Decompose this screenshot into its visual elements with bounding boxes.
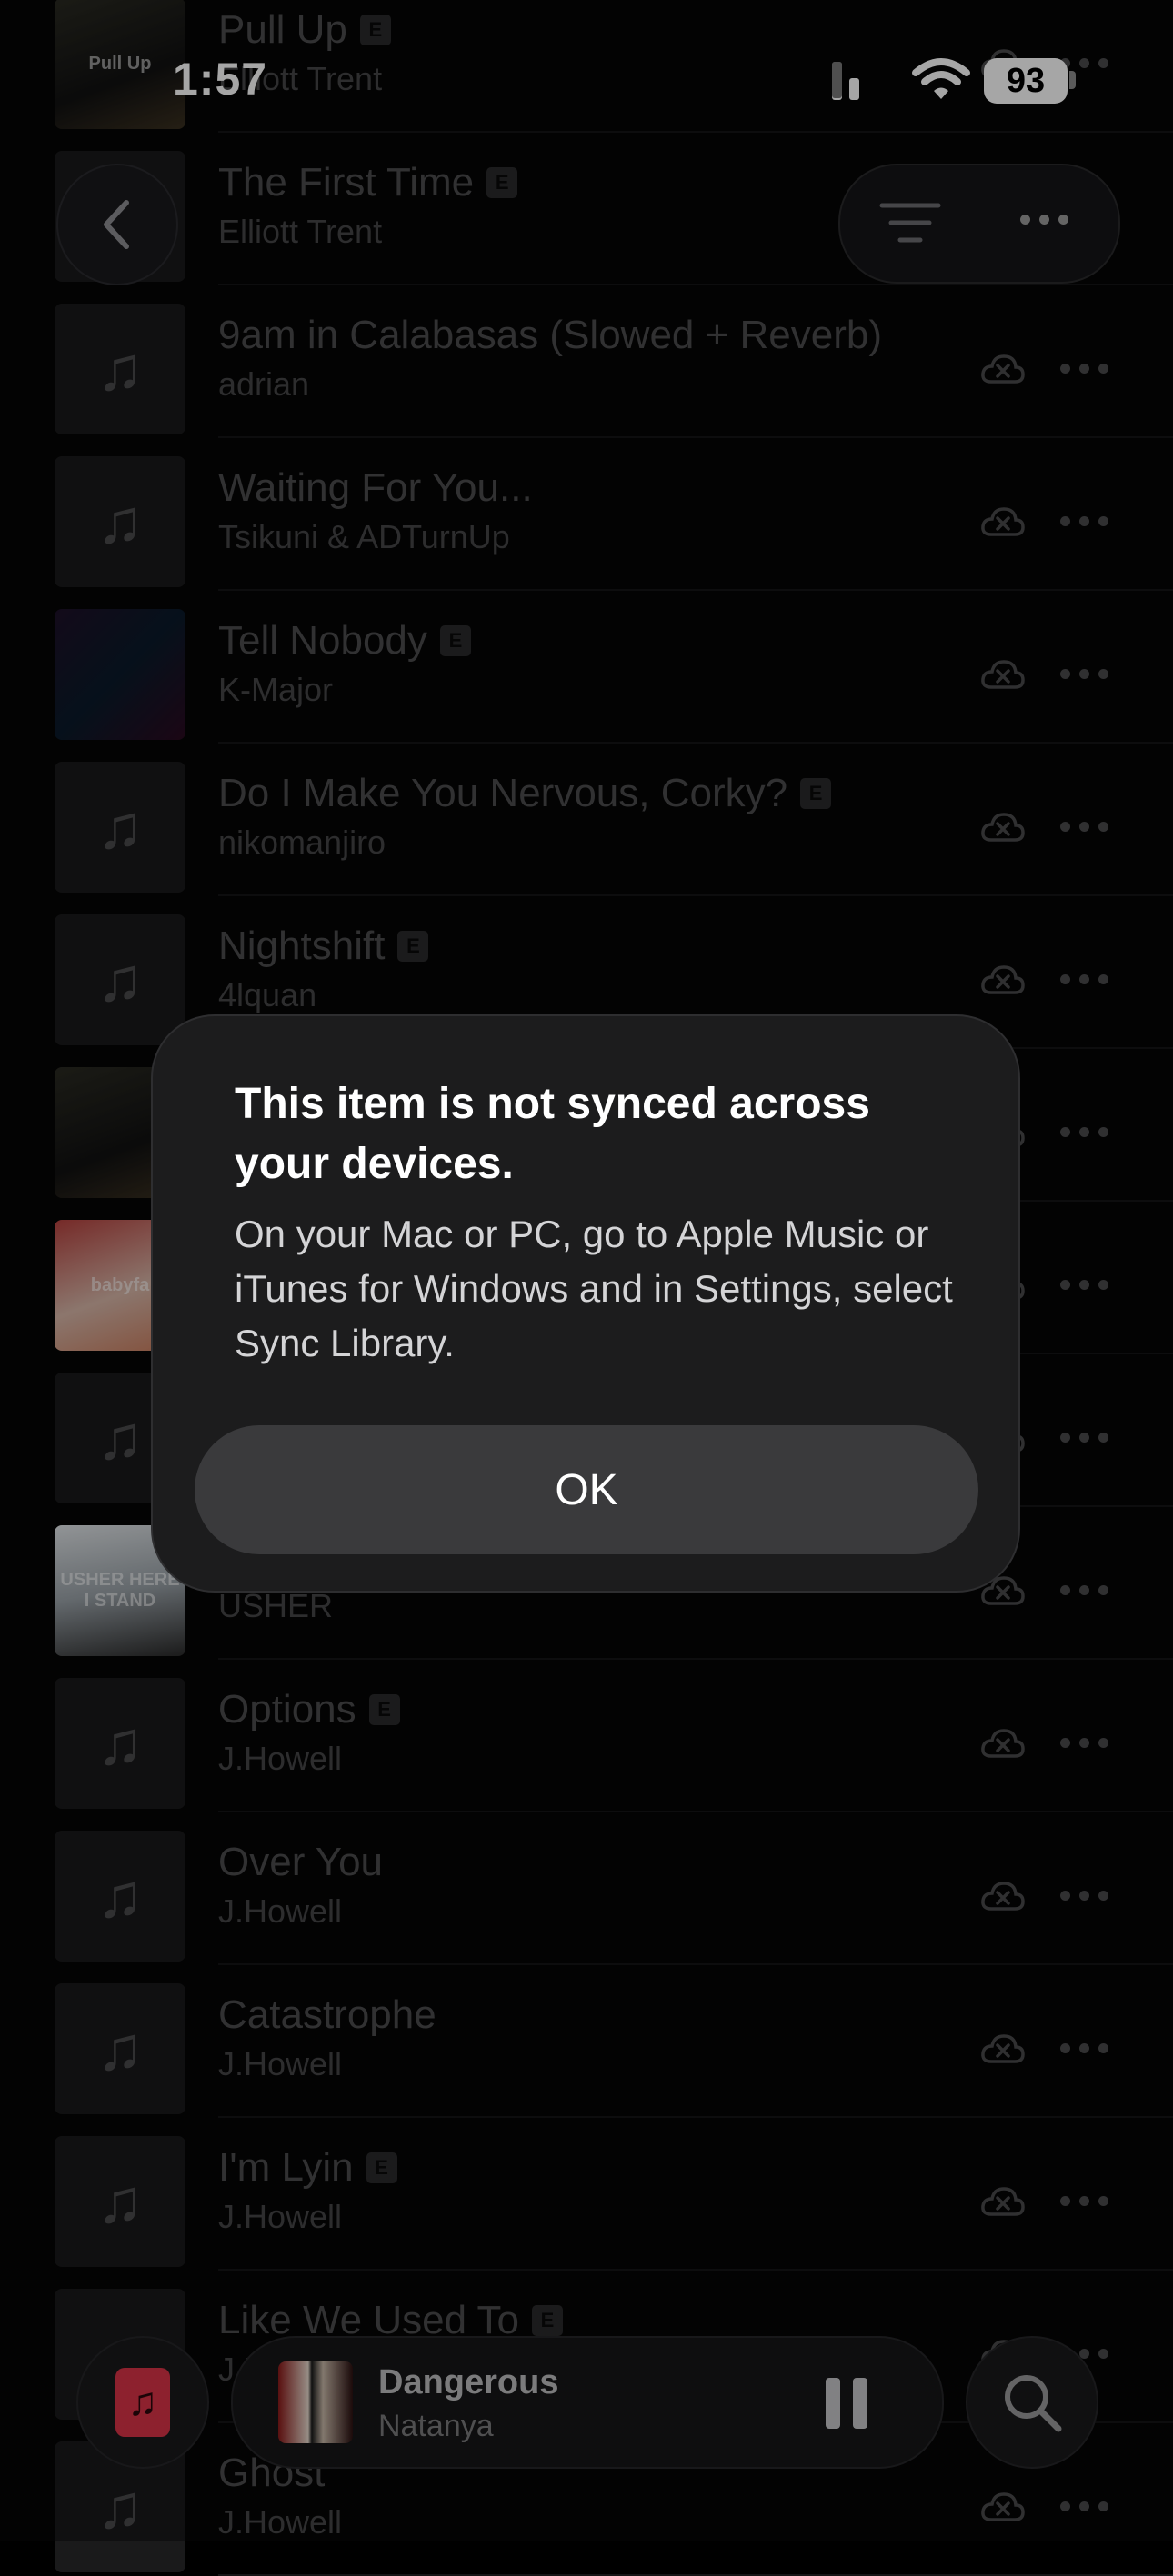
library-songs-screen: Pull UpPull UpEElliott Trent♫The First T… [0,0,1173,2576]
alert-ok-button[interactable]: OK [195,1425,978,1554]
alert-title: This item is not synced across your devi… [235,1080,870,1188]
alert-message: On your Mac or PC, go to Apple Music or … [235,1213,953,1364]
sync-alert-dialog: This item is not synced across your devi… [151,1014,1020,1593]
